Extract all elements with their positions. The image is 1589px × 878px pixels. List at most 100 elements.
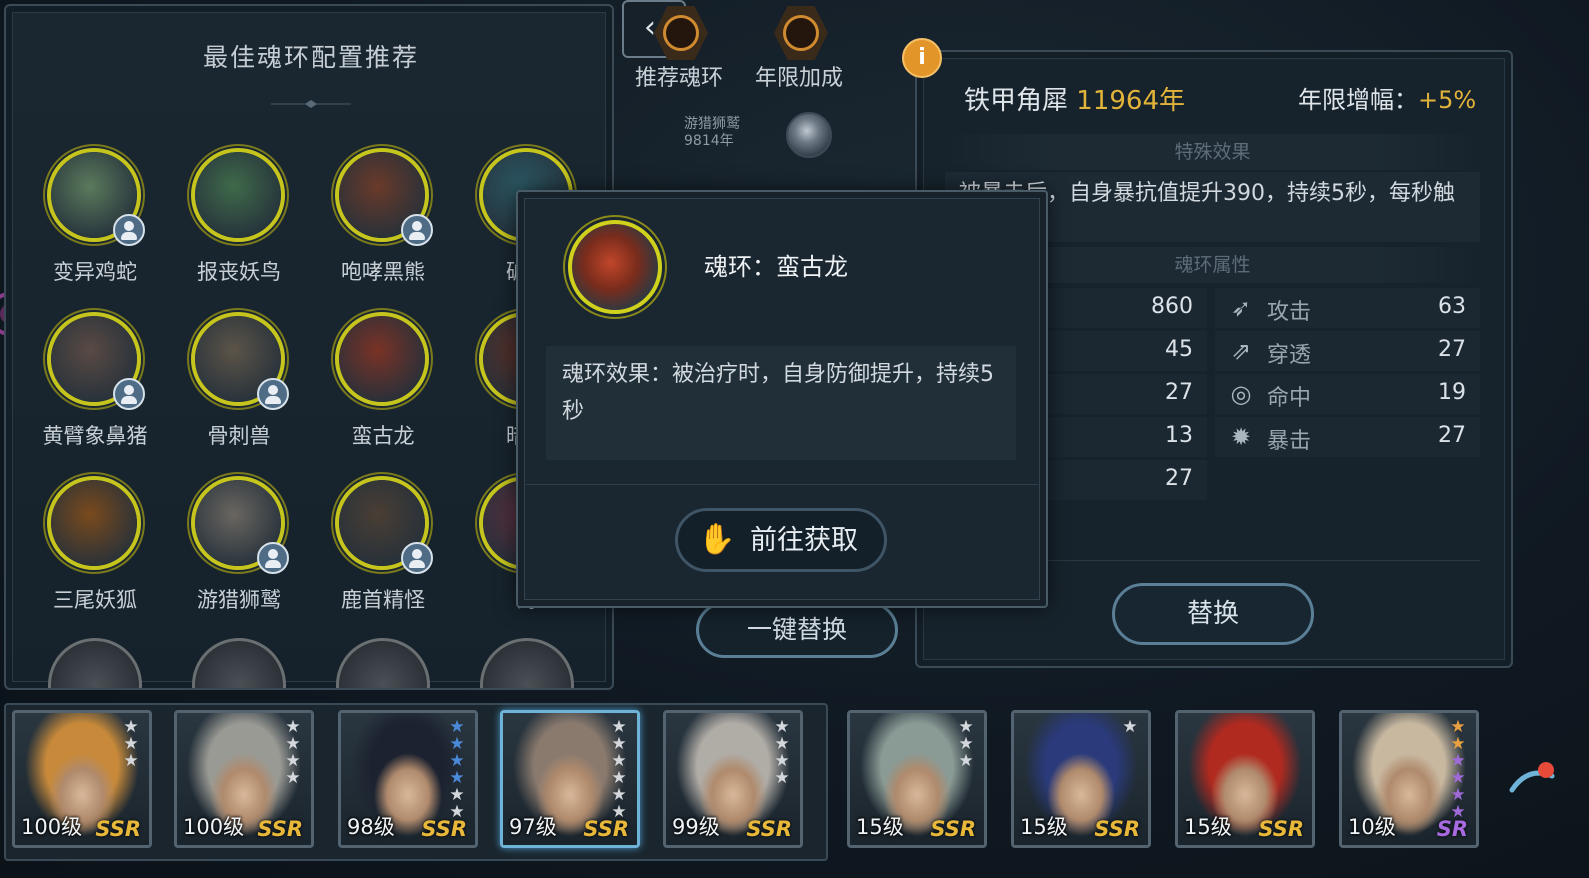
hero-rank-badge: SSR (583, 817, 629, 841)
hero-stars: ★ (1120, 719, 1140, 736)
ring-item[interactable]: 游猎狮鹫 (174, 476, 304, 626)
ring-item[interactable]: 三尾妖狐 (30, 476, 160, 626)
goto-obtain-button[interactable]: ✋ 前往获取 (675, 508, 887, 572)
panel-title: 最佳魂环配置推荐 (202, 43, 419, 72)
info-icon[interactable]: i (902, 38, 942, 78)
ring-item[interactable]: 报丧妖鸟 (174, 148, 304, 298)
hero-rank-badge: SSR (421, 817, 467, 841)
attribute-value: 860 (1151, 294, 1193, 319)
hero-level: 15级 (1020, 815, 1068, 839)
expand-arrow-icon[interactable] (1508, 760, 1562, 800)
hero-level: 15级 (856, 815, 904, 839)
ring-name: 蛮古龙 (351, 424, 415, 448)
title-ornament-icon (271, 100, 351, 108)
ring-name: 变异鸡蛇 (53, 260, 137, 284)
attribute-value: 13 (1165, 423, 1193, 448)
tab-recommended-rings[interactable]: 推荐魂环 (624, 2, 734, 92)
hero-rank-badge: SSR (1258, 817, 1304, 841)
hero-rank-badge: SSR (257, 817, 303, 841)
attribute-value: 63 (1438, 294, 1466, 319)
hero-stars: ★ ★ ★ ★ ★ ★ (447, 719, 467, 821)
equipped-ring-name: 游猎狮鹫 (684, 116, 740, 132)
person-icon (401, 214, 433, 246)
attribute-row-crit: ✹ 暴击 27 (1215, 417, 1480, 457)
ring-item[interactable]: 鹿首精怪 (318, 476, 448, 626)
hero-rank-badge: SSR (95, 817, 141, 841)
ring-name: 报丧妖鸟 (197, 260, 281, 284)
ring-item[interactable]: 黄臂象鼻猪 (30, 312, 160, 462)
ring-portrait (339, 316, 425, 402)
star-icon: ★ (958, 751, 974, 771)
ring-item[interactable]: 咆哮黑熊 (318, 148, 448, 298)
recommend-ring-icon (654, 6, 708, 60)
ring-avatar (47, 476, 141, 570)
person-icon (401, 542, 433, 574)
ring-slot-placeholder[interactable] (336, 638, 430, 688)
popup-title: 魂环：蛮古龙 (704, 253, 848, 281)
ring-item[interactable]: 蛮古龙 (318, 312, 448, 462)
attribute-row-pierce: ⇗ 穿透 27 (1215, 331, 1480, 371)
hero-stars: ★ ★ ★ ★ (772, 719, 792, 787)
ring-slot-placeholder[interactable] (192, 638, 286, 688)
hero-level: 98级 (347, 815, 395, 839)
hero-level: 100级 (183, 815, 245, 839)
tab-year-bonus[interactable]: 年限加成 (744, 2, 854, 92)
hero-card[interactable]: 15级 SSR (1175, 710, 1315, 848)
hero-card[interactable]: ★ ★ ★ ★ ★ ★ 97级 SSR (500, 710, 640, 848)
year-bonus-value: +5% (1418, 86, 1477, 114)
hero-card[interactable]: ★ 15级 SSR (1011, 710, 1151, 848)
ring-name: 骨刺兽 (207, 424, 271, 448)
hero-level: 99级 (672, 815, 720, 839)
hero-stars: ★ ★ ★ (121, 719, 141, 770)
hero-card[interactable]: ★ ★ ★ ★ 100级 SSR (174, 710, 314, 848)
ring-name: 游猎狮鹫 (197, 588, 281, 612)
hero-card[interactable]: ★ ★ ★ 100级 SSR (12, 710, 152, 848)
hero-rank-badge: SR (1436, 817, 1468, 841)
tab-label: 年限加成 (754, 66, 843, 91)
hero-level: 97级 (509, 815, 557, 839)
star-icon: ★ (774, 768, 790, 788)
attribute-value: 27 (1438, 423, 1466, 448)
ring-item[interactable]: 骨刺兽 (174, 312, 304, 462)
ring-name: 黄臂象鼻猪 (42, 424, 148, 448)
equipped-ring-icon[interactable] (786, 112, 832, 158)
hero-stars: ★ ★ ★ ★ ★ ★ (609, 719, 629, 821)
hero-stars: ★ ★ ★ (956, 719, 976, 770)
hero-card[interactable]: ★ ★ ★ 15级 SSR (847, 710, 987, 848)
ring-slot-placeholder[interactable] (48, 638, 142, 688)
attribute-value: 27 (1438, 337, 1466, 362)
hero-card[interactable]: ★ ★ ★ ★ 99级 SSR (663, 710, 803, 848)
detail-ring-name: 铁甲角犀 (964, 86, 1069, 116)
hero-card[interactable]: ★ ★ ★ ★ ★ ★ 10级 SR (1339, 710, 1479, 848)
hero-card[interactable]: ★ ★ ★ ★ ★ ★ 98级 SSR (338, 710, 478, 848)
star-icon: ★ (285, 768, 301, 788)
year-bonus-label: 年限增幅： (1298, 86, 1418, 114)
tab-label: 推荐魂环 (634, 66, 723, 91)
detail-ring-years: 11964年 (1076, 86, 1185, 116)
star-icon: ★ (123, 751, 139, 771)
ring-name: 咆哮黑熊 (341, 260, 425, 284)
hand-icon: ✋ (698, 522, 736, 557)
attribute-label: 暴击 (1267, 429, 1312, 454)
replace-button[interactable]: 替换 (1112, 583, 1314, 645)
ring-item[interactable]: 变异鸡蛇 (30, 148, 160, 298)
hero-level: 100级 (21, 815, 83, 839)
ring-avatar (191, 148, 285, 242)
attribute-label: 穿透 (1267, 343, 1312, 368)
hero-stars: ★ ★ ★ ★ (283, 719, 303, 787)
ring-portrait (51, 480, 137, 566)
one-key-replace-button[interactable]: 一键替换 (696, 602, 898, 658)
pierce-icon: ⇗ (1230, 337, 1252, 365)
hero-level: 15级 (1184, 815, 1232, 839)
popup-effect-text: 魂环效果：被治疗时，自身防御提升，持续5秒 (546, 346, 1016, 460)
ring-name: 三尾妖狐 (53, 588, 137, 612)
person-icon (113, 378, 145, 410)
equipped-ring-years: 9814年 (684, 133, 734, 149)
divider (526, 484, 1038, 485)
ring-slot-placeholder[interactable] (480, 638, 574, 688)
attribute-value: 45 (1165, 337, 1193, 362)
attribute-label: 攻击 (1267, 300, 1312, 325)
attribute-row-hit: ◎ 命中 19 (1215, 374, 1480, 414)
star-icon: ★ (1122, 717, 1138, 737)
hero-rank-badge: SSR (746, 817, 792, 841)
